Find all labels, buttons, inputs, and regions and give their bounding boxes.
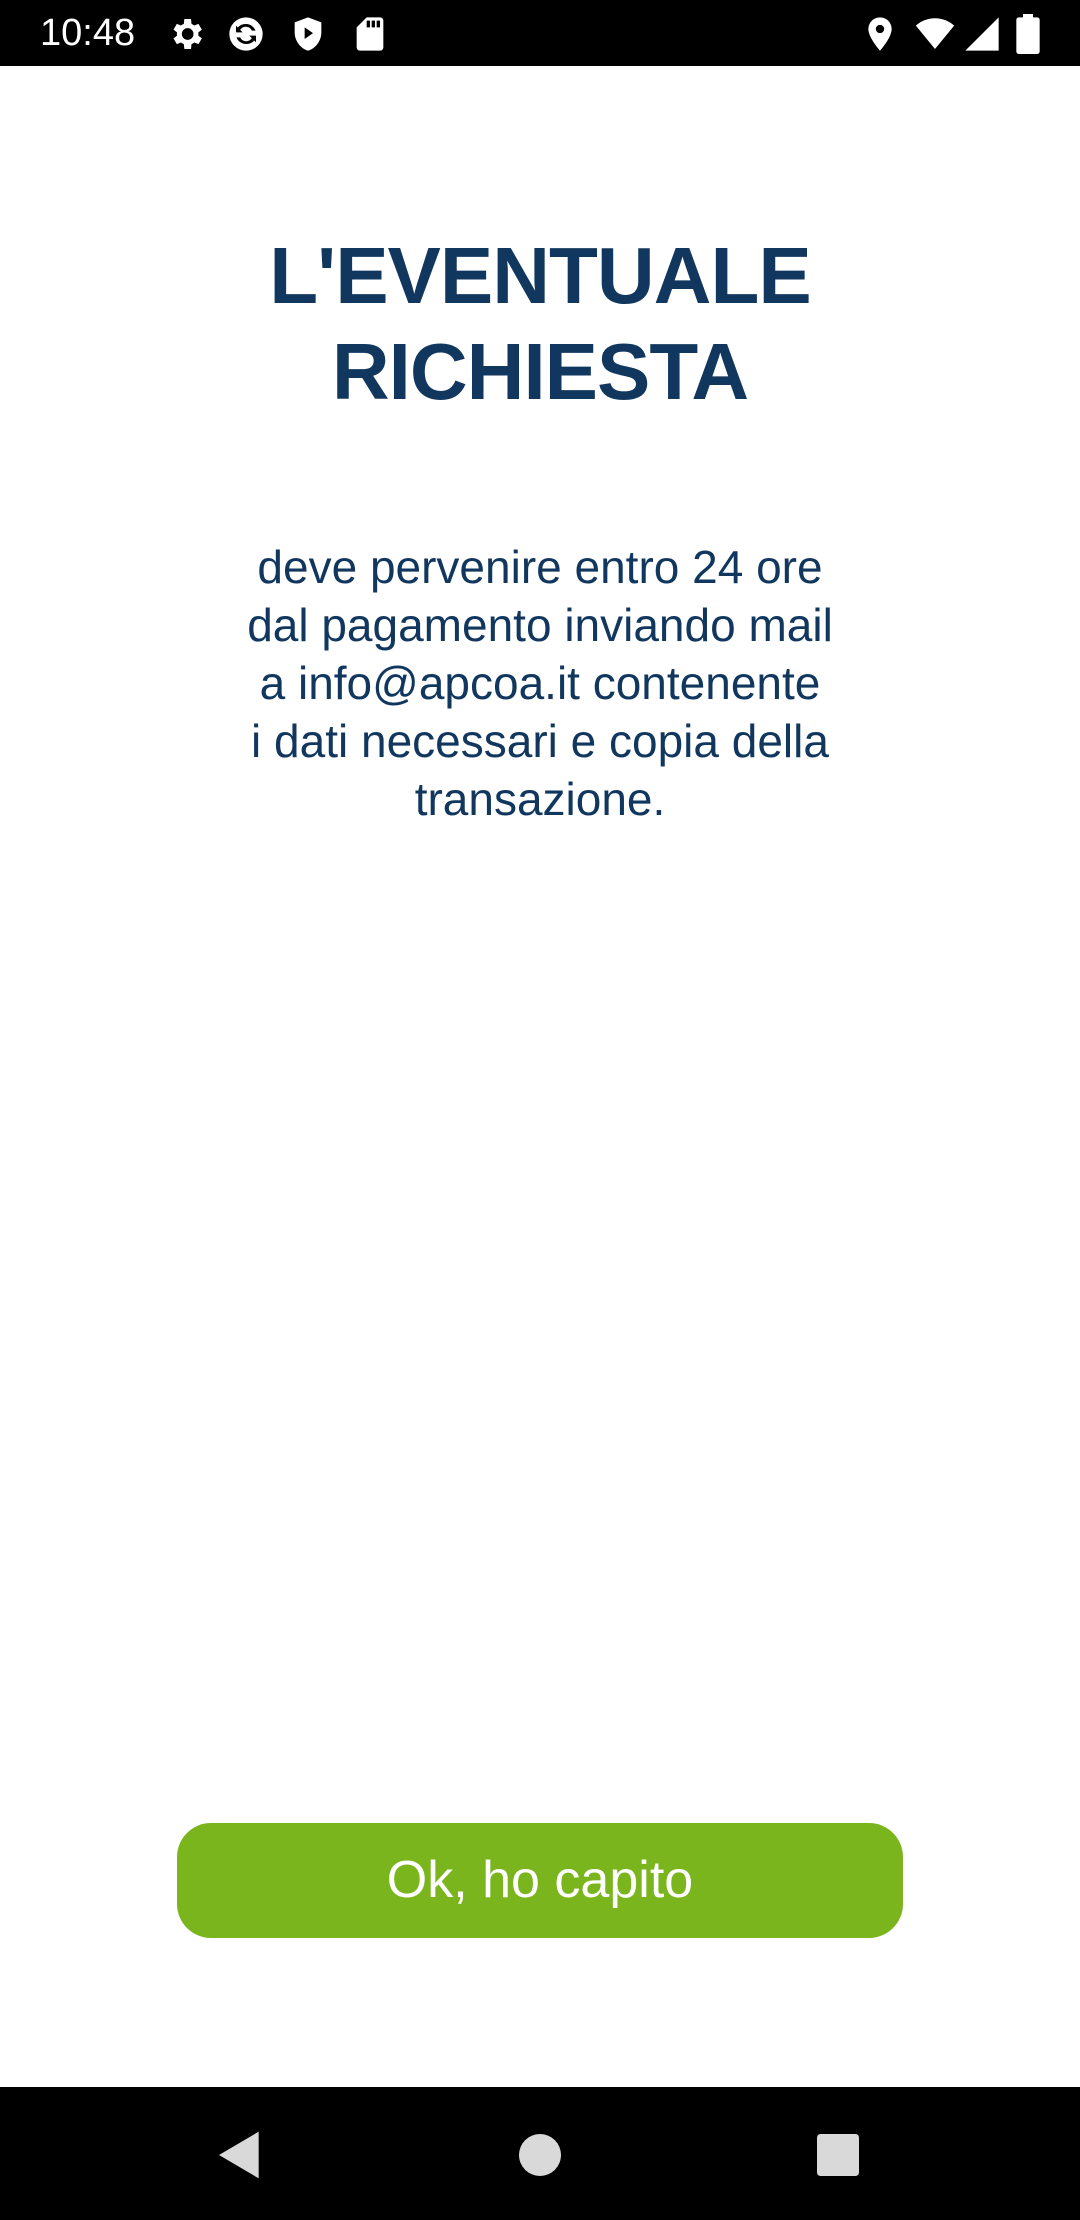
location-icon (860, 14, 900, 54)
back-icon[interactable] (212, 2127, 268, 2183)
title-line: L'EVENTUALE (269, 231, 811, 320)
home-icon[interactable] (512, 2127, 568, 2183)
signal-icon (962, 14, 1002, 54)
message-line: deve pervenire entro 24 ore (257, 541, 823, 593)
shield-play-icon (288, 14, 328, 54)
info-message: deve pervenire entro 24 ore dal pagament… (200, 538, 880, 828)
screen: 10:48 L'EVENTUALE RICHIESTA deve perveni… (0, 0, 1080, 2220)
message-line: i dati necessari e copia della (251, 715, 829, 767)
page-title: L'EVENTUALE RICHIESTA (0, 228, 1080, 420)
message-line: transazione. (414, 773, 666, 825)
ok-button[interactable]: Ok, ho capito (177, 1823, 903, 1938)
navigation-bar (0, 2087, 1080, 2220)
message-line: a info@apcoa.it contenente (259, 657, 821, 709)
battery-icon (1010, 14, 1046, 54)
title-line: RICHIESTA (331, 327, 749, 416)
sd-card-icon (350, 14, 390, 54)
gear-icon (166, 14, 206, 54)
wifi-icon (912, 14, 958, 54)
recents-icon[interactable] (810, 2127, 866, 2183)
message-line: dal pagamento inviando mail (247, 599, 833, 651)
sync-icon (226, 14, 266, 54)
status-bar: 10:48 (0, 0, 1080, 66)
status-time: 10:48 (40, 12, 136, 54)
